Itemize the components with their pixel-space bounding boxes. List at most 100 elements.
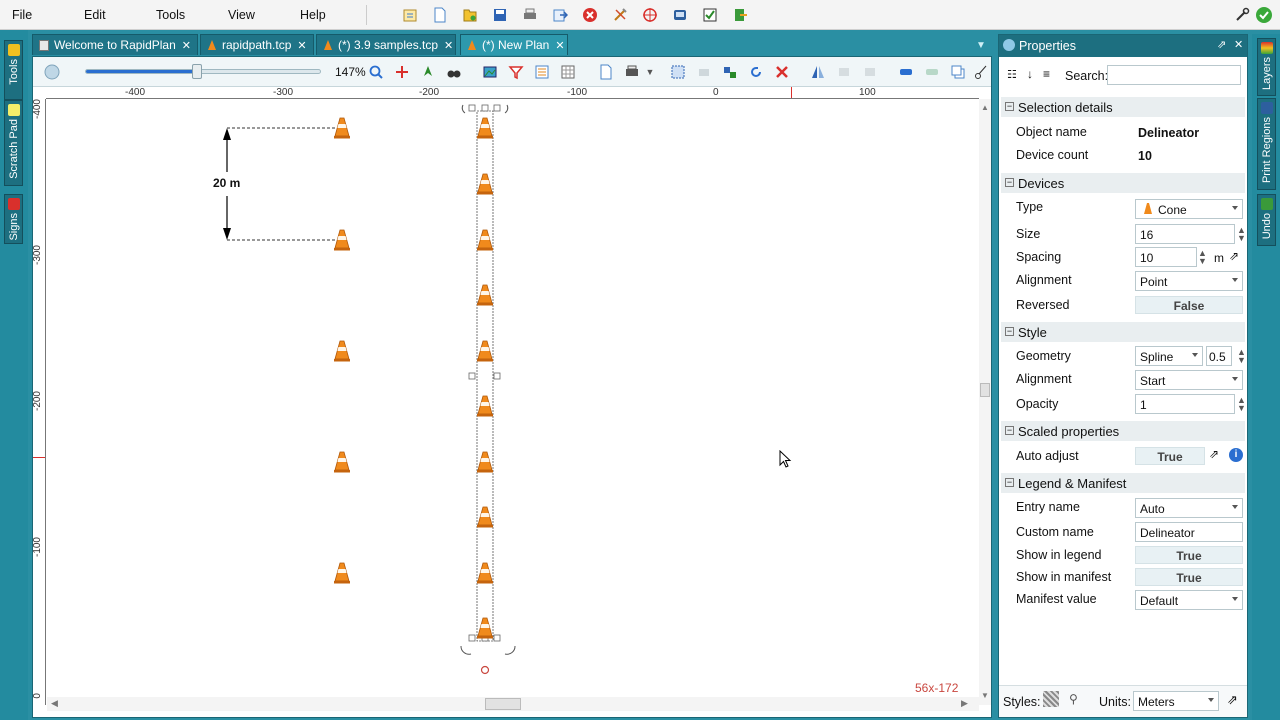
collapse-icon[interactable]: − xyxy=(1005,478,1014,487)
open-icon[interactable] xyxy=(460,5,480,25)
list-icon[interactable] xyxy=(533,63,551,81)
north-arrow-icon[interactable] xyxy=(419,63,437,81)
tools-panel-tab[interactable]: Tools xyxy=(4,40,23,100)
info-icon[interactable]: i xyxy=(1229,448,1243,462)
binoculars-icon[interactable] xyxy=(445,63,463,81)
cone-device[interactable] xyxy=(333,117,351,139)
close-icon[interactable]: ✕ xyxy=(1234,38,1243,51)
spacing-spinner-icon[interactable]: ▲ ▼ xyxy=(1198,249,1207,266)
delineator-cone[interactable] xyxy=(476,451,494,473)
check-icon[interactable] xyxy=(700,5,720,25)
type-select[interactable]: Cone xyxy=(1135,199,1243,219)
target-icon[interactable] xyxy=(640,5,660,25)
undo-panel-tab[interactable]: Undo xyxy=(1257,194,1276,246)
cone-device[interactable] xyxy=(333,340,351,362)
section-scaled-properties[interactable]: − Scaled properties xyxy=(1001,421,1245,441)
horizontal-scroll-thumb[interactable] xyxy=(485,698,521,710)
new-document-icon[interactable] xyxy=(430,5,450,25)
tab-list-dropdown-icon[interactable]: ▼ xyxy=(976,40,986,51)
units-select[interactable]: Meters xyxy=(1133,691,1219,711)
collapse-icon[interactable]: − xyxy=(1005,102,1014,111)
style-alignment-select[interactable]: Start xyxy=(1135,370,1243,390)
print-preview-icon[interactable] xyxy=(623,63,641,81)
spacing-field[interactable]: 10 xyxy=(1135,247,1197,267)
auto-adjust-toggle[interactable]: True xyxy=(1135,447,1205,465)
tab-new-plan[interactable]: (*) New Plan ✕ xyxy=(460,34,568,55)
zoom-icon[interactable] xyxy=(367,63,385,81)
section-style[interactable]: − Style xyxy=(1001,322,1245,342)
list-view-icon[interactable]: ≡ xyxy=(1043,67,1050,81)
layers-panel-tab[interactable]: Layers xyxy=(1257,38,1276,96)
section-devices[interactable]: − Devices xyxy=(1001,173,1245,193)
horizontal-scrollbar[interactable]: ◀ ▶ xyxy=(47,697,979,711)
filter-icon[interactable] xyxy=(507,63,525,81)
delineator-cone[interactable] xyxy=(476,284,494,306)
menu-file[interactable]: File xyxy=(12,8,32,22)
delineator-cone[interactable] xyxy=(476,340,494,362)
exit-icon[interactable] xyxy=(730,5,750,25)
zoom-slider-thumb[interactable] xyxy=(191,64,202,79)
vertical-scroll-thumb[interactable] xyxy=(980,383,990,397)
close-icon[interactable]: ✕ xyxy=(444,39,453,52)
alignment-select[interactable]: Point xyxy=(1135,271,1243,291)
menu-help[interactable]: Help xyxy=(300,8,326,22)
section-legend-manifest[interactable]: − Legend & Manifest xyxy=(1001,473,1245,493)
menu-edit[interactable]: Edit xyxy=(84,8,106,22)
geometry-tension-field[interactable]: 0.5 xyxy=(1206,346,1232,366)
manifest-value-select[interactable]: Default xyxy=(1135,590,1243,610)
categorized-icon[interactable]: ☷ xyxy=(1007,68,1017,81)
export-icon[interactable] xyxy=(550,5,570,25)
delineator-cone[interactable] xyxy=(476,173,494,195)
tab-welcome[interactable]: Welcome to RapidPlan ✕ xyxy=(32,34,198,55)
crosshair-icon[interactable] xyxy=(393,63,411,81)
show-manifest-toggle[interactable]: True xyxy=(1135,568,1243,586)
scroll-down-icon[interactable]: ▼ xyxy=(981,691,989,700)
signs-panel-tab[interactable]: Signs xyxy=(4,194,23,244)
opacity-field[interactable]: 1 xyxy=(1135,394,1235,414)
delineator-cone[interactable] xyxy=(476,562,494,584)
delineator-cone[interactable] xyxy=(476,395,494,417)
vertical-scrollbar[interactable]: ▲ ▼ xyxy=(979,99,991,705)
scroll-right-icon[interactable]: ▶ xyxy=(961,698,968,709)
device-icon[interactable] xyxy=(670,5,690,25)
cut-icon[interactable] xyxy=(973,63,991,81)
flip-icon[interactable] xyxy=(809,63,827,81)
grid-icon[interactable] xyxy=(559,63,577,81)
rotate-icon[interactable] xyxy=(747,63,765,81)
zoom-slider[interactable] xyxy=(85,64,321,79)
close-icon[interactable]: ✕ xyxy=(555,39,564,52)
menu-view[interactable]: View xyxy=(228,8,255,22)
section-selection-details[interactable]: − Selection details xyxy=(1001,97,1245,117)
show-legend-toggle[interactable]: True xyxy=(1135,546,1243,564)
pin-icon[interactable]: ⇗ xyxy=(1217,38,1226,51)
search-input[interactable] xyxy=(1107,65,1241,85)
delete-icon[interactable] xyxy=(773,63,791,81)
cone-device[interactable] xyxy=(333,562,351,584)
delineator-cone[interactable] xyxy=(476,117,494,139)
entry-name-select[interactable]: Auto xyxy=(1135,498,1243,518)
sort-icon[interactable]: ↓ xyxy=(1027,67,1033,81)
cone-device[interactable] xyxy=(333,229,351,251)
group-icon[interactable] xyxy=(721,63,739,81)
size-spinner-icon[interactable]: ▲ ▼ xyxy=(1237,226,1246,243)
drawing-canvas[interactable]: 20 m 56x-172 xyxy=(47,100,979,704)
save-icon[interactable] xyxy=(490,5,510,25)
size-field[interactable]: 16 xyxy=(1135,224,1235,244)
print-regions-panel-tab[interactable]: Print Regions xyxy=(1257,98,1276,190)
delineator-cone[interactable] xyxy=(476,506,494,528)
new-wizard-icon[interactable] xyxy=(400,5,420,25)
tension-spinner-icon[interactable]: ▲ ▼ xyxy=(1237,348,1246,365)
tools-settings-icon[interactable] xyxy=(1232,5,1252,25)
opacity-spinner-icon[interactable]: ▲ ▼ xyxy=(1237,396,1246,413)
cone-device[interactable] xyxy=(333,451,351,473)
close-document-icon[interactable] xyxy=(580,5,600,25)
collapse-icon[interactable]: − xyxy=(1005,426,1014,435)
scroll-up-icon[interactable]: ▲ xyxy=(981,103,989,112)
print-dropdown-icon[interactable]: ▼ xyxy=(641,63,659,81)
vehicle-icon[interactable] xyxy=(897,63,915,81)
style-pattern-icon[interactable] xyxy=(1043,691,1059,707)
menu-tools[interactable]: Tools xyxy=(156,8,185,22)
geometry-select[interactable]: Spline xyxy=(1135,346,1203,366)
scratch-pad-tab[interactable]: Scratch Pad xyxy=(4,100,23,186)
collapse-icon[interactable]: − xyxy=(1005,327,1014,336)
